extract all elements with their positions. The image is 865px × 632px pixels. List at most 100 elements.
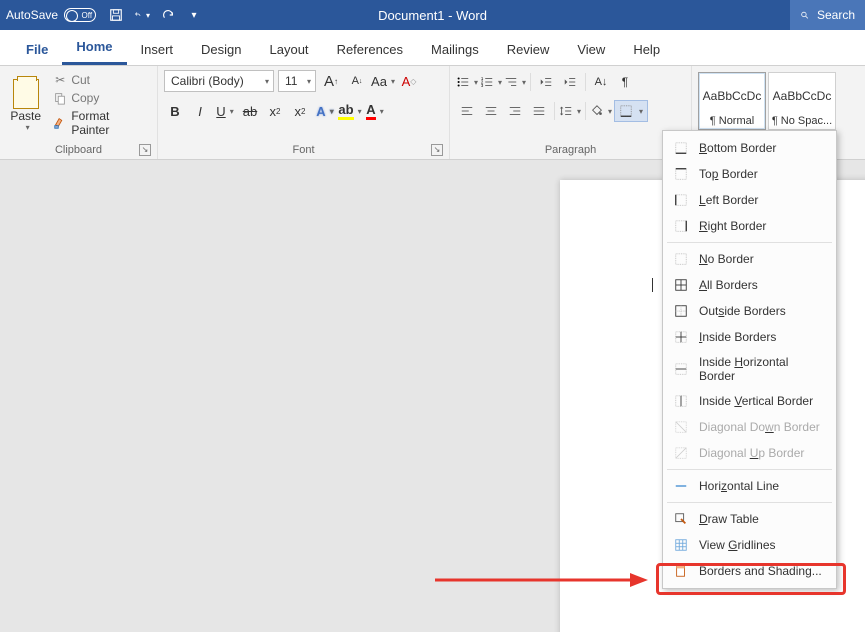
inside-h-border-icon	[673, 361, 689, 377]
group-title-clipboard: Clipboard ↘	[6, 142, 151, 159]
autosave-toggle[interactable]: Off	[64, 8, 96, 22]
numbering-button[interactable]: 123▾	[480, 72, 502, 92]
menu-left-border[interactable]: Left Border	[663, 187, 836, 213]
change-case-button[interactable]: Aa▾	[372, 70, 394, 92]
inside-borders-icon	[673, 329, 689, 345]
group-paragraph: ▾ 123▾ ▾ A↓ ¶ ▾	[450, 66, 692, 159]
search-box[interactable]: Search	[790, 0, 865, 30]
text-cursor	[652, 278, 653, 292]
bottom-border-icon	[673, 140, 689, 156]
shading-button[interactable]: ▾	[590, 101, 612, 121]
search-icon	[800, 8, 809, 22]
decrease-indent-button[interactable]	[535, 72, 557, 92]
menu-horizontal-line[interactable]: Horizontal Line	[663, 473, 836, 499]
style-normal[interactable]: AaBbCcDc ¶ Normal	[698, 72, 766, 130]
superscript-button[interactable]: x2	[289, 100, 311, 122]
align-right-button[interactable]	[504, 101, 526, 121]
clear-formatting-button[interactable]: A◇	[398, 70, 420, 92]
tab-mailings[interactable]: Mailings	[417, 34, 493, 65]
menu-diagonal-up-border: Diagonal Up Border	[663, 440, 836, 466]
menu-inside-borders[interactable]: Inside Borders	[663, 324, 836, 350]
undo-icon[interactable]: ▾	[134, 7, 150, 23]
justify-button[interactable]	[528, 101, 550, 121]
autosave-control[interactable]: AutoSave Off	[6, 8, 96, 22]
format-painter-button[interactable]: Format Painter	[51, 108, 151, 138]
quick-access-toolbar: ▾ ▾	[108, 7, 202, 23]
font-color-button[interactable]: A▾	[364, 100, 386, 122]
menu-no-border[interactable]: No Border	[663, 246, 836, 272]
align-left-button[interactable]	[456, 101, 478, 121]
italic-button[interactable]: I	[189, 100, 211, 122]
tab-help[interactable]: Help	[619, 34, 674, 65]
font-size-combo[interactable]: 11▾	[278, 70, 316, 92]
tab-layout[interactable]: Layout	[256, 34, 323, 65]
clipboard-icon	[13, 79, 39, 109]
menu-all-borders[interactable]: All Borders	[663, 272, 836, 298]
highlight-button[interactable]: ab▾	[339, 100, 361, 122]
cut-button[interactable]: ✂ Cut	[51, 72, 151, 88]
subscript-button[interactable]: x2	[264, 100, 286, 122]
strikethrough-button[interactable]: ab	[239, 100, 261, 122]
left-border-icon	[673, 192, 689, 208]
borders-dropdown: Bottom Border Top Border Left Border Rig…	[662, 130, 837, 589]
menu-top-border[interactable]: Top Border	[663, 161, 836, 187]
no-border-icon	[673, 251, 689, 267]
menu-outside-borders[interactable]: Outside Borders	[663, 298, 836, 324]
bold-button[interactable]: B	[164, 100, 186, 122]
right-border-icon	[673, 218, 689, 234]
top-border-icon	[673, 166, 689, 182]
borders-shading-icon	[673, 563, 689, 579]
tab-view[interactable]: View	[563, 34, 619, 65]
menu-borders-and-shading[interactable]: Borders and Shading...	[663, 558, 836, 584]
font-family-combo[interactable]: Calibri (Body)▾	[164, 70, 274, 92]
menu-inside-horizontal-border[interactable]: Inside Horizontal Border	[663, 350, 836, 388]
tab-design[interactable]: Design	[187, 34, 255, 65]
inside-v-border-icon	[673, 393, 689, 409]
diag-up-icon	[673, 445, 689, 461]
horizontal-line-icon	[673, 478, 689, 494]
menu-bottom-border[interactable]: Bottom Border	[663, 135, 836, 161]
underline-button[interactable]: U▾	[214, 100, 236, 122]
line-spacing-button[interactable]: ▾	[559, 101, 581, 121]
grow-font-button[interactable]: A↑	[320, 70, 342, 92]
all-borders-icon	[673, 277, 689, 293]
menu-draw-table[interactable]: Draw Table	[663, 506, 836, 532]
paste-label: Paste	[10, 109, 41, 123]
tab-file[interactable]: File	[12, 34, 62, 65]
tab-home[interactable]: Home	[62, 31, 126, 65]
copy-button[interactable]: Copy	[51, 90, 151, 106]
menu-right-border[interactable]: Right Border	[663, 213, 836, 239]
increase-indent-button[interactable]	[559, 72, 581, 92]
text-effects-button[interactable]: A▾	[314, 100, 336, 122]
align-center-button[interactable]	[480, 101, 502, 121]
sort-button[interactable]: A↓	[590, 72, 612, 92]
tab-review[interactable]: Review	[493, 34, 564, 65]
save-icon[interactable]	[108, 7, 124, 23]
diag-down-icon	[673, 419, 689, 435]
tab-insert[interactable]: Insert	[127, 34, 188, 65]
font-launcher[interactable]: ↘	[431, 144, 443, 156]
style-no-spacing[interactable]: AaBbCcDc ¶ No Spac...	[768, 72, 836, 130]
clipboard-launcher[interactable]: ↘	[139, 144, 151, 156]
borders-button[interactable]: ▾	[614, 100, 648, 122]
menu-diagonal-down-border: Diagonal Down Border	[663, 414, 836, 440]
group-font: Calibri (Body)▾ 11▾ A↑ A↓ Aa▾ A◇ B I U▾ …	[158, 66, 450, 159]
copy-icon	[53, 91, 67, 105]
multilevel-button[interactable]: ▾	[504, 72, 526, 92]
shrink-font-button[interactable]: A↓	[346, 70, 368, 92]
qat-customize-icon[interactable]: ▾	[186, 7, 202, 23]
menu-view-gridlines[interactable]: View Gridlines	[663, 532, 836, 558]
paste-button[interactable]: Paste ▾	[6, 70, 45, 140]
show-marks-button[interactable]: ¶	[614, 72, 636, 92]
group-clipboard: Paste ▾ ✂ Cut Copy Form	[0, 66, 158, 159]
title-bar: AutoSave Off ▾ ▾ Document1 - Word Search	[0, 0, 865, 30]
gridlines-icon	[673, 537, 689, 553]
group-title-font: Font ↘	[164, 142, 443, 159]
svg-text:3: 3	[481, 83, 484, 88]
bullets-button[interactable]: ▾	[456, 72, 478, 92]
redo-icon[interactable]	[160, 7, 176, 23]
menu-inside-vertical-border[interactable]: Inside Vertical Border	[663, 388, 836, 414]
ribbon-tabs: File Home Insert Design Layout Reference…	[0, 30, 865, 66]
paintbrush-icon	[53, 116, 67, 130]
tab-references[interactable]: References	[323, 34, 417, 65]
